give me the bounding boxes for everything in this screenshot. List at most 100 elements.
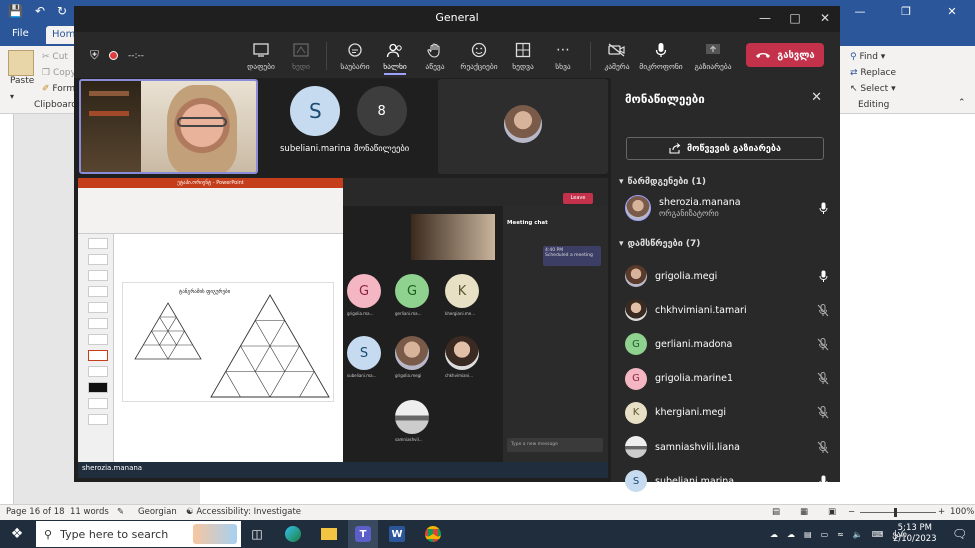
volume-icon[interactable]: 🔈 — [853, 530, 863, 539]
shared-chat-pane: Meeting chat 4:40 PM Scheduled a meeting… — [503, 206, 608, 478]
shield-icon[interactable]: ⛨ — [90, 48, 99, 63]
toolbar-divider — [326, 42, 327, 70]
self-video-tile[interactable] — [79, 79, 258, 174]
teams-meeting-window: General — □ ✕ ⛨ --:-- დაფები ხედი საუბარ… — [74, 6, 840, 493]
replace-button[interactable]: ⇄ Replace — [850, 68, 896, 78]
save-icon[interactable]: 💾 — [8, 4, 23, 18]
maximize-icon[interactable]: □ — [780, 6, 810, 30]
hand-icon — [427, 43, 440, 58]
more-button[interactable]: ⋯ სხვა — [540, 40, 586, 71]
camera-button[interactable]: კამერა — [594, 40, 640, 71]
search-icon: ⚲ — [44, 527, 53, 541]
copy-icon: ❐ — [42, 68, 51, 78]
find-button[interactable]: ⚲ Find ▾ — [850, 52, 885, 62]
search-highlight-icon[interactable] — [193, 524, 237, 544]
network-icon[interactable]: ▤ — [804, 530, 812, 539]
taskbar-search[interactable]: ⚲ Type here to search — [36, 521, 241, 547]
teams-taskbar-icon[interactable]: T — [348, 520, 378, 548]
accessibility-button[interactable]: ☯ Accessibility: Investigate — [186, 507, 301, 517]
chrome-icon[interactable] — [420, 520, 446, 548]
task-view-icon[interactable]: ◫ — [246, 520, 268, 548]
participant-row[interactable]: Kkhergiani.megi — [625, 400, 830, 426]
participant-row[interactable]: Ggrigolia.marine1 — [625, 366, 830, 392]
participant-tile-photo[interactable] — [438, 79, 608, 174]
minimize-icon[interactable]: — — [837, 0, 883, 24]
wifi-icon[interactable]: ≈ — [837, 530, 844, 539]
view-icon — [293, 43, 309, 57]
participant-row-organizer[interactable]: sherozia.manana ორგანიზატორი — [625, 195, 830, 221]
zoom-out-button[interactable]: − — [848, 507, 855, 517]
focus-icon[interactable]: ▤ — [772, 507, 780, 517]
attendees-section-toggle[interactable]: ▾ დამსწრეები (7) — [619, 239, 700, 249]
weather-icon[interactable]: ☁ — [770, 530, 778, 539]
document-page[interactable] — [840, 114, 975, 504]
windows-start-icon[interactable]: ❖ — [0, 520, 34, 548]
leave-label: გასვლა — [777, 49, 815, 61]
clock[interactable]: 5:13 PM 2/10/2023 — [893, 520, 937, 548]
share-button[interactable]: გაზიარება — [690, 40, 736, 71]
zoom-in-button[interactable]: + — [938, 507, 945, 517]
avatar — [625, 299, 647, 322]
participant-row[interactable]: Ssubeliani.marina — [625, 468, 830, 494]
zoom-level[interactable]: 100% — [950, 507, 974, 517]
close-panel-icon[interactable]: ✕ — [811, 90, 822, 105]
copy-button[interactable]: ❐ Copy — [42, 68, 76, 78]
view-button[interactable]: ხედი — [278, 40, 324, 71]
minimize-icon[interactable]: — — [750, 6, 780, 30]
leave-button[interactable]: გასვლა — [746, 43, 824, 67]
participants-title: მონაწილეები — [625, 92, 705, 106]
shared-tile-s: S subeliani.ma... — [347, 336, 381, 378]
paste-button[interactable]: Paste — [10, 76, 34, 86]
mic-off-icon — [816, 406, 830, 419]
collapse-ribbon-icon[interactable]: ⌃ — [958, 98, 966, 108]
proofing-icon[interactable]: ✎ — [117, 507, 124, 517]
redo-icon[interactable]: ↻ — [57, 4, 67, 18]
shared-screen[interactable]: ეტაპი.ორიენტ - PowerPoint ტანგრამის ფიგუ… — [78, 178, 608, 478]
language-indicator[interactable]: Georgian — [138, 507, 177, 517]
tab-file[interactable]: File — [12, 28, 29, 39]
raise-hand-button[interactable]: აწევა — [412, 40, 458, 71]
reactions-button[interactable]: რეაქციები — [456, 40, 502, 71]
participant-row[interactable]: Ggerliani.madona — [625, 331, 830, 357]
file-explorer-icon[interactable] — [316, 520, 342, 548]
mic-off-icon — [816, 337, 830, 351]
participant-row[interactable]: chkhvimiani.tamari — [625, 297, 830, 323]
windows-taskbar: ❖ ⚲ Type here to search ◫ T W ☁ ☁ ▤ ▭ ≈ … — [0, 520, 975, 548]
chat-bubble: 4:40 PM Scheduled a meeting — [543, 246, 601, 266]
participant-row[interactable]: samniashvili.liana — [625, 434, 830, 460]
share-invite-button[interactable]: მოწვევის გაზიარება — [626, 137, 824, 160]
paste-icon[interactable] — [8, 50, 34, 76]
mic-button[interactable]: მიკროფონი — [638, 40, 684, 71]
close-icon[interactable]: ✕ — [810, 6, 840, 30]
page-indicator[interactable]: Page 16 of 18 — [6, 507, 65, 517]
restore-icon[interactable]: ❐ — [883, 0, 929, 24]
edge-icon[interactable] — [280, 520, 306, 548]
zoom-slider[interactable] — [860, 512, 936, 513]
participant-tile-subeliani[interactable]: S subeliani.marina — [280, 86, 351, 154]
notifications-icon[interactable]: 🗨 — [952, 520, 967, 548]
battery-icon[interactable]: ▭ — [821, 530, 829, 539]
cloud-icon[interactable]: ☁ — [787, 530, 795, 539]
shared-tile-photo1: grigolia.megi — [395, 336, 429, 378]
word-count[interactable]: 11 words — [70, 507, 109, 517]
select-button[interactable]: ↖ Select ▾ — [850, 84, 896, 94]
chevron-down-icon: ▾ — [619, 177, 624, 187]
avatar: G — [625, 333, 647, 356]
chat-icon — [348, 42, 362, 57]
cut-button[interactable]: ✂ Cut — [42, 52, 68, 62]
presenters-section-toggle[interactable]: ▾ წარმდგენები (1) — [619, 177, 706, 187]
shared-tile-k: K khergiani.me... — [445, 274, 479, 316]
undo-icon[interactable]: ↶ — [35, 4, 45, 18]
web-layout-icon[interactable]: ▣ — [828, 507, 836, 517]
more-participants-tile[interactable]: 8 მონაწილეები — [354, 86, 409, 154]
paste-dropdown-icon[interactable]: ▾ — [10, 92, 14, 101]
word-taskbar-icon[interactable]: W — [384, 520, 410, 548]
ppt-slide: ტანგრამის ფიგურები — [122, 282, 334, 402]
keyboard-icon[interactable]: ⌨ — [872, 530, 884, 539]
print-layout-icon[interactable]: ▦ — [800, 507, 808, 517]
close-icon[interactable]: ✕ — [929, 0, 975, 24]
cursor-icon: ↖ — [850, 84, 858, 94]
participant-row[interactable]: grigolia.megi — [625, 263, 830, 289]
zoom-slider-thumb[interactable] — [894, 508, 897, 517]
share-screen-icon — [706, 44, 720, 54]
